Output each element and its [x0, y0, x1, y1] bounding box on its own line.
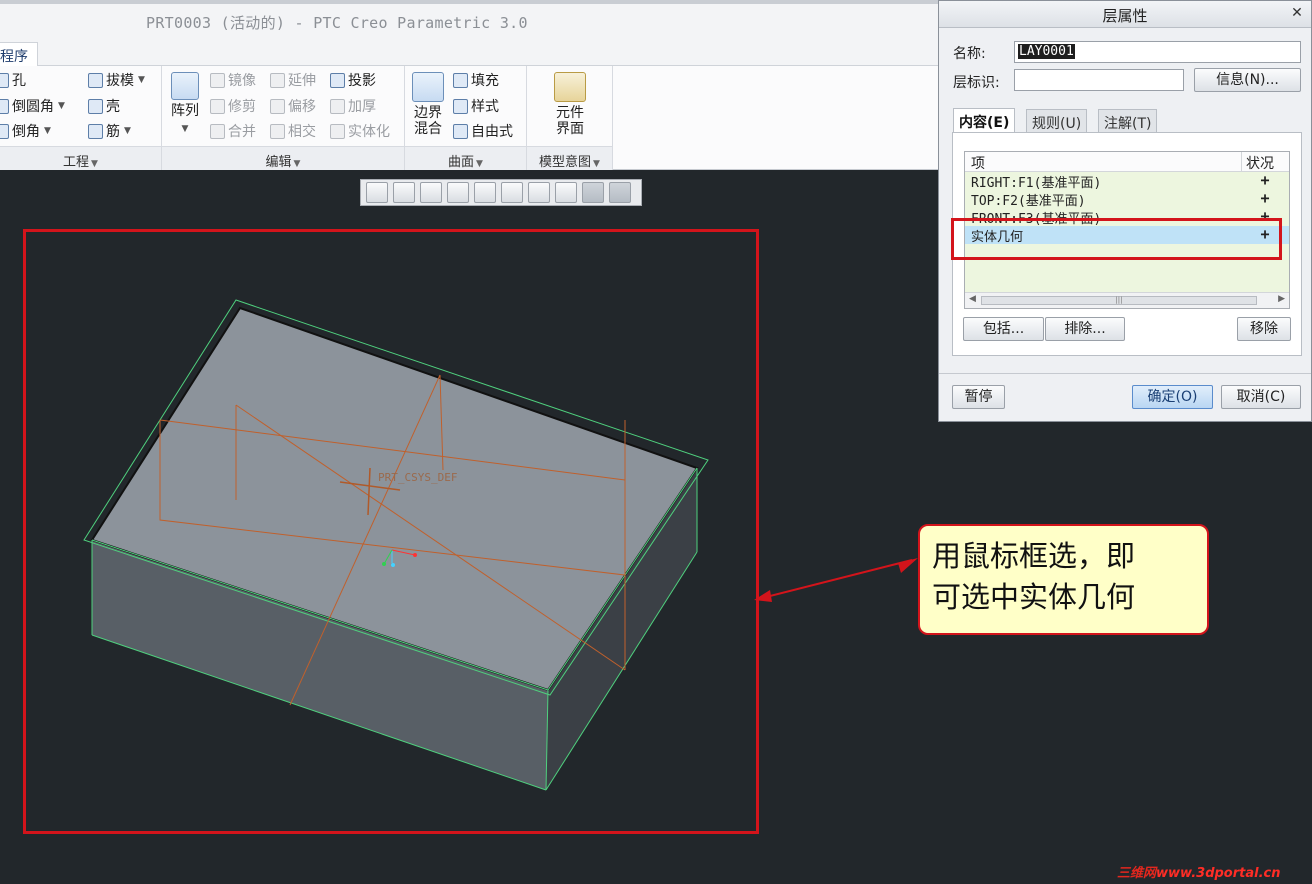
list-item[interactable]: RIGHT:F1(基准平面) +: [965, 171, 1289, 191]
tab-rules[interactable]: 规则(U): [1026, 109, 1088, 133]
name-field[interactable]: LAY0001: [1014, 41, 1301, 63]
info-button[interactable]: 信息(N)...: [1194, 68, 1301, 92]
pause-button[interactable]: 暂停: [952, 385, 1005, 409]
list-header: 项 状况: [965, 152, 1289, 172]
dialog-title: 层属性: [939, 1, 1311, 28]
close-icon[interactable]: ✕: [1287, 3, 1307, 23]
tab-contents[interactable]: 内容(E): [953, 108, 1016, 134]
layer-id-field[interactable]: [1014, 69, 1184, 91]
list-item[interactable]: TOP:F2(基准平面) +: [965, 189, 1289, 209]
chevron-right-icon[interactable]: ▶: [1278, 294, 1285, 304]
col-status-header[interactable]: 状况: [1241, 152, 1289, 172]
layer-id-label: 层标识:: [953, 75, 1000, 91]
plus-icon: +: [1260, 171, 1270, 189]
selection-frame: [23, 229, 759, 834]
instruction-callout: 用鼠标框选，即 可选中实体几何: [918, 524, 1209, 635]
cancel-button[interactable]: 取消(C): [1221, 385, 1301, 409]
scroll-thumb[interactable]: |||: [981, 296, 1257, 305]
ok-button[interactable]: 确定(O): [1132, 385, 1213, 409]
horizontal-scrollbar[interactable]: ◀ ||| ▶: [965, 292, 1289, 308]
col-item-header[interactable]: 项: [965, 152, 1241, 172]
tab-notes[interactable]: 注解(T): [1098, 109, 1158, 133]
include-button[interactable]: 包括...: [963, 317, 1044, 341]
name-label: 名称:: [953, 46, 986, 62]
remove-button[interactable]: 移除: [1237, 317, 1291, 341]
chevron-left-icon[interactable]: ◀: [969, 294, 976, 304]
highlight-box: [951, 218, 1282, 260]
callout-arrow: [761, 559, 913, 599]
plus-icon: +: [1260, 189, 1270, 207]
watermark: 三维网www.3dportal.cn: [1117, 866, 1281, 881]
exclude-button[interactable]: 排除...: [1045, 317, 1125, 341]
